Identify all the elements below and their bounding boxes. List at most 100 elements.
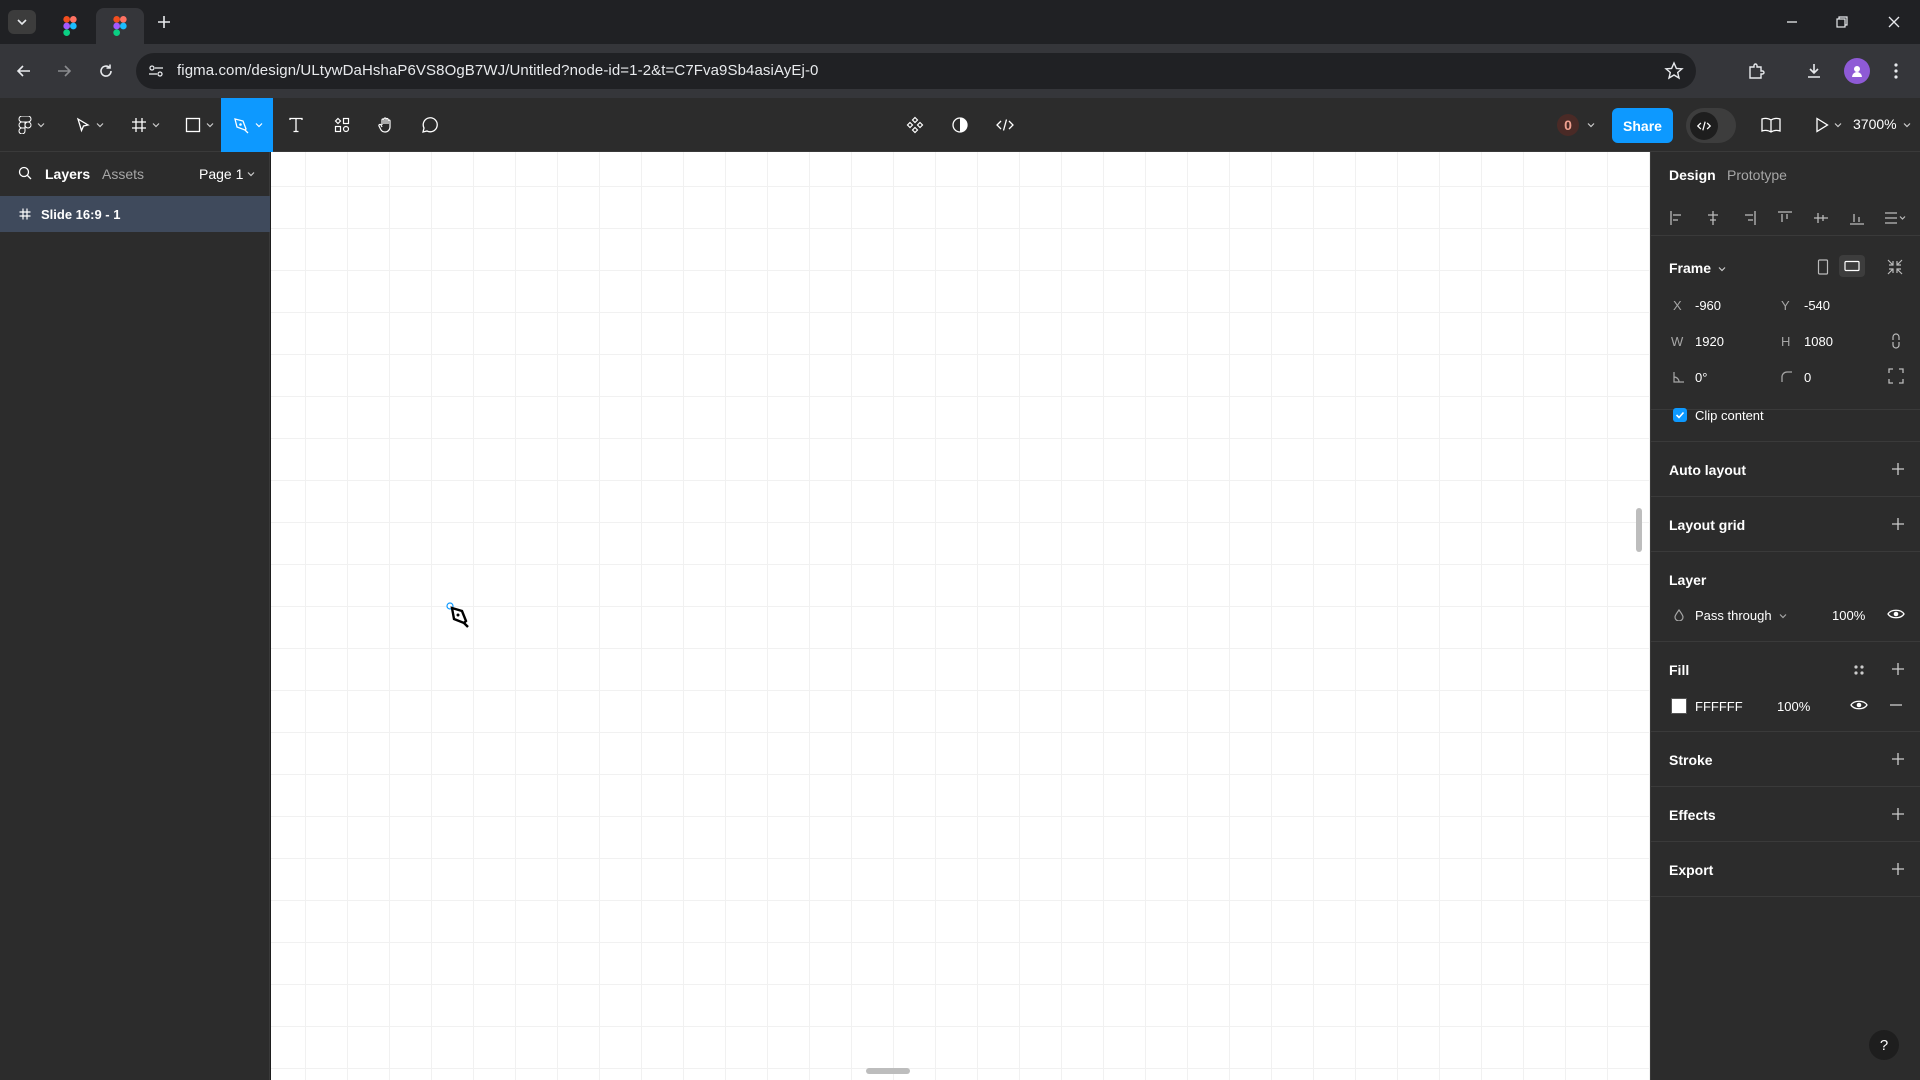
align-vertical-center-icon[interactable] bbox=[1813, 210, 1829, 226]
main-menu-button[interactable] bbox=[10, 98, 52, 152]
component-button[interactable] bbox=[898, 98, 932, 152]
align-right-icon[interactable] bbox=[1741, 210, 1757, 226]
move-tool[interactable] bbox=[68, 98, 110, 152]
tab-design[interactable]: Design bbox=[1669, 167, 1716, 183]
plus-icon[interactable] bbox=[1891, 517, 1905, 531]
fill-opacity-input[interactable]: 100% bbox=[1777, 699, 1810, 714]
pen-cursor-icon bbox=[444, 602, 472, 630]
shape-tool[interactable] bbox=[178, 98, 220, 152]
tab-layers[interactable]: Layers bbox=[45, 166, 90, 182]
code-button[interactable] bbox=[988, 98, 1022, 152]
layer-row[interactable]: Slide 16:9 - 1 bbox=[0, 196, 270, 232]
bookmark-button[interactable] bbox=[1664, 61, 1684, 81]
forward-button[interactable] bbox=[50, 57, 78, 85]
w-label: W bbox=[1671, 334, 1684, 349]
address-bar[interactable]: figma.com/design/ULtywDaHshaP6VS8OgB7WJ/… bbox=[136, 53, 1696, 89]
frame-tool[interactable] bbox=[124, 98, 166, 152]
distribute-icon[interactable] bbox=[1883, 210, 1907, 226]
clip-content-checkbox[interactable] bbox=[1673, 408, 1687, 422]
tune-icon bbox=[149, 65, 163, 77]
mask-button[interactable] bbox=[943, 98, 977, 152]
auto-layout-title: Auto layout bbox=[1669, 462, 1746, 478]
independent-corners-icon[interactable] bbox=[1888, 368, 1904, 384]
align-bottom-icon[interactable] bbox=[1849, 210, 1865, 226]
design-canvas[interactable] bbox=[271, 152, 1650, 1080]
text-tool[interactable] bbox=[280, 98, 312, 152]
corner-radius-input[interactable]: 0 bbox=[1804, 370, 1811, 385]
downloads-button[interactable] bbox=[1800, 57, 1828, 85]
resources-tool[interactable] bbox=[326, 98, 358, 152]
new-tab-button[interactable] bbox=[152, 10, 176, 34]
layer-opacity-input[interactable]: 100% bbox=[1832, 608, 1865, 623]
frame-title[interactable]: Frame bbox=[1669, 260, 1726, 276]
eye-icon[interactable] bbox=[1887, 607, 1905, 621]
help-button[interactable]: ? bbox=[1869, 1030, 1899, 1060]
landscape-button[interactable] bbox=[1839, 255, 1865, 277]
figma-logo-icon bbox=[113, 16, 127, 36]
minimize-button[interactable] bbox=[1772, 8, 1812, 36]
resize-to-fit-icon[interactable] bbox=[1887, 259, 1903, 275]
multiplayer-counter[interactable]: 0 bbox=[1549, 110, 1597, 140]
profile-avatar[interactable] bbox=[1844, 58, 1870, 84]
site-info-button[interactable] bbox=[146, 61, 166, 81]
plus-icon[interactable] bbox=[1891, 807, 1905, 821]
rotation-input[interactable]: 0° bbox=[1695, 370, 1707, 385]
dev-mode-toggle[interactable] bbox=[1686, 108, 1736, 143]
styles-icon[interactable] bbox=[1853, 664, 1865, 676]
fill-color-swatch[interactable] bbox=[1671, 698, 1687, 714]
chevron-down-icon bbox=[1834, 123, 1841, 128]
align-top-icon[interactable] bbox=[1777, 210, 1793, 226]
align-left-icon[interactable] bbox=[1669, 210, 1685, 226]
comment-tool[interactable] bbox=[414, 98, 446, 152]
url-text[interactable]: figma.com/design/ULtywDaHshaP6VS8OgB7WJ/… bbox=[177, 62, 818, 79]
reload-button[interactable] bbox=[92, 57, 120, 85]
search-layers-button[interactable] bbox=[18, 166, 32, 180]
chevron-down-icon bbox=[152, 123, 159, 128]
vertical-scrollbar[interactable] bbox=[1636, 508, 1642, 552]
y-input[interactable]: -540 bbox=[1804, 298, 1830, 313]
browser-tab-figma-active[interactable] bbox=[96, 8, 144, 44]
fill-hex-input[interactable]: FFFFFF bbox=[1695, 699, 1743, 714]
constrain-proportions-icon[interactable] bbox=[1891, 333, 1901, 349]
horizontal-scrollbar[interactable] bbox=[866, 1068, 910, 1074]
browser-menu-button[interactable] bbox=[1882, 57, 1910, 85]
tab-prototype[interactable]: Prototype bbox=[1727, 167, 1787, 183]
tab-assets[interactable]: Assets bbox=[102, 166, 144, 182]
code-icon bbox=[1697, 121, 1711, 130]
blend-mode-select[interactable]: Pass through bbox=[1695, 608, 1787, 623]
comment-icon bbox=[422, 117, 438, 133]
minus-icon[interactable] bbox=[1889, 698, 1903, 712]
h-label: H bbox=[1781, 334, 1791, 349]
plus-icon[interactable] bbox=[1891, 862, 1905, 876]
extensions-button[interactable] bbox=[1742, 57, 1770, 85]
restore-button[interactable] bbox=[1822, 8, 1862, 36]
frame-section: Frame X -960 Y -540 W 1920 H 1080 0° 0 bbox=[1651, 242, 1920, 410]
plus-icon[interactable] bbox=[1891, 752, 1905, 766]
align-horizontal-center-icon[interactable] bbox=[1705, 210, 1721, 226]
close-window-button[interactable] bbox=[1874, 8, 1914, 36]
layer-name: Slide 16:9 - 1 bbox=[41, 206, 121, 222]
text-icon bbox=[289, 117, 303, 133]
back-button[interactable] bbox=[10, 57, 38, 85]
zoom-control[interactable]: 3700% bbox=[1853, 116, 1911, 132]
figma-logo-icon bbox=[63, 16, 77, 36]
tab-search-button[interactable] bbox=[8, 10, 36, 34]
eye-icon[interactable] bbox=[1850, 698, 1868, 712]
pen-tool[interactable] bbox=[221, 98, 273, 152]
height-input[interactable]: 1080 bbox=[1804, 334, 1833, 349]
chevron-down-icon bbox=[255, 123, 262, 128]
library-button[interactable] bbox=[1756, 98, 1786, 152]
plus-icon[interactable] bbox=[1891, 662, 1905, 676]
browser-tab-figma-1[interactable] bbox=[52, 8, 88, 44]
share-button[interactable]: Share bbox=[1612, 108, 1673, 143]
page-selector[interactable]: Page 1 bbox=[199, 166, 255, 182]
hand-tool[interactable] bbox=[370, 98, 402, 152]
x-input[interactable]: -960 bbox=[1695, 298, 1721, 313]
restore-icon bbox=[1836, 16, 1848, 28]
width-input[interactable]: 1920 bbox=[1695, 334, 1724, 349]
present-button[interactable] bbox=[1808, 98, 1848, 152]
plus-icon[interactable] bbox=[1891, 462, 1905, 476]
code-icon bbox=[996, 119, 1014, 131]
portrait-icon[interactable] bbox=[1817, 259, 1829, 275]
checkmark-icon bbox=[1675, 411, 1685, 419]
